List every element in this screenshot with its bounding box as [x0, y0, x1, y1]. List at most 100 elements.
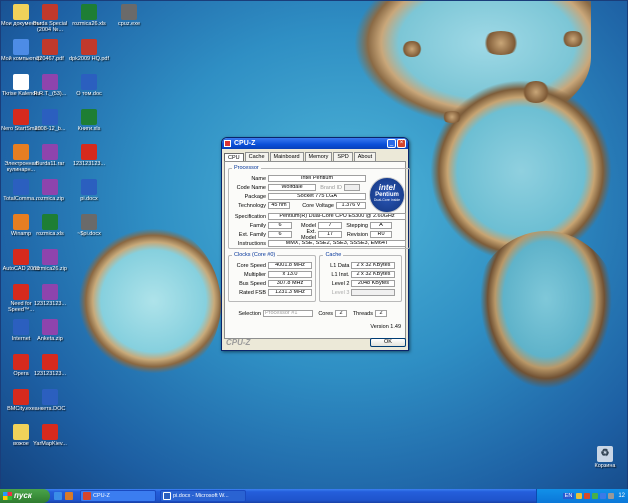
version-label: Version 1.49	[370, 324, 401, 330]
taskbar-item-word[interactable]: pi.docx - Microsoft W...	[160, 490, 246, 502]
bus-speed-label: Bus Speed	[239, 280, 266, 287]
ok-button[interactable]: OK	[370, 338, 406, 347]
desktop-icon-label: YarMapKiev...	[33, 441, 67, 447]
recycle-bin-icon: ♻	[597, 446, 613, 462]
desktop-icon-file-pi-docx[interactable]: ~$pi.docx	[66, 214, 112, 237]
anketa-doc-icon	[42, 389, 58, 405]
name-label: Name	[251, 175, 266, 182]
core-speed-label: Core Speed	[236, 262, 266, 269]
desktop-icon-label: Anketa.zip	[37, 336, 63, 342]
desktop-icon-anketa-doc[interactable]: анкета.DOC	[27, 389, 73, 412]
desktop-icon-label: cpuz.exe	[117, 21, 140, 27]
tab-memory[interactable]: Memory	[304, 152, 333, 161]
taskbar: пуск CPU-Z pi.docx - Microsoft W... EN 1…	[0, 489, 628, 503]
pi-docx-icon	[81, 179, 97, 195]
tray-icon[interactable]	[584, 493, 591, 499]
island-reef-bottom-right	[471, 231, 621, 401]
windows-flag-icon	[3, 492, 12, 500]
cores-label: Cores	[318, 310, 333, 317]
heart-reef	[71, 221, 221, 381]
system-tray: EN 12	[536, 489, 628, 503]
stepping-label: Stepping	[346, 222, 368, 229]
word-task-icon	[163, 492, 171, 500]
doc-o-tom-icon	[81, 74, 97, 90]
xls-knigi-icon	[81, 109, 97, 125]
cpuz-titlebar[interactable]: CPU-Z _ ×	[222, 138, 408, 149]
zip-123-icon	[81, 144, 97, 160]
quicklaunch-ie-icon[interactable]	[54, 492, 62, 500]
specification-value: Pentium(R) Dual-Core CPU E5300 @ 2.60GHz	[268, 213, 406, 220]
desktop-icon-doc-123[interactable]: 123123123...	[27, 354, 73, 377]
model-value: 7	[318, 222, 342, 229]
rozmice-xls-icon	[81, 4, 97, 20]
desktop-icon-rar-123[interactable]: 123123123...	[27, 284, 73, 307]
core-voltage-value: 1.376 V	[336, 202, 366, 209]
cpuz-window[interactable]: CPU-Z _ × CPU Cache Mainboard Memory SPD…	[221, 137, 410, 351]
desktop-icon-pdf-dpk2009[interactable]: dpk2009 HQ.pdf	[66, 39, 112, 62]
desktop-icon-xls-knigi[interactable]: Книги.xls	[66, 109, 112, 132]
desktop-icon-cpuz-exe[interactable]: cpuz.exe	[106, 4, 152, 27]
cpuz-brand: CPU-Z	[226, 338, 251, 347]
desktop-icon-zip-123[interactable]: 123123123...	[66, 144, 112, 167]
cpuz-exe-icon	[121, 4, 137, 20]
l1-inst-label: L1 Inst.	[331, 271, 350, 278]
volume-icon[interactable]	[608, 493, 615, 499]
desktop-icon-pi-docx[interactable]: pi.docx	[66, 179, 112, 202]
ext-model-label: Ext. Model	[301, 228, 316, 241]
pdf-320467-icon	[42, 39, 58, 55]
desktop-icon-rozmica26-zip[interactable]: rozmica26.zip	[27, 249, 73, 272]
recycle-bin-label: Корзина	[594, 463, 616, 469]
desktop-icon-yarmap[interactable]: YarMapKiev...	[27, 424, 73, 447]
tab-cache[interactable]: Cache	[244, 152, 269, 161]
desktop-icon-label: 123123123...	[33, 301, 67, 307]
doc-2008-icon	[42, 109, 58, 125]
start-button[interactable]: пуск	[0, 489, 50, 503]
tray-icon[interactable]	[576, 493, 583, 499]
technology-value: 45 nm	[268, 202, 290, 209]
rated-fsb-value: 1231.3 MHz	[268, 289, 312, 296]
multiplier-value: x 13.0	[268, 271, 312, 278]
rar-burda11-icon	[42, 144, 58, 160]
close-button[interactable]: ×	[397, 139, 406, 148]
bus-speed-value: 307.8 MHz	[268, 280, 312, 287]
rozmica-zip-icon	[42, 179, 58, 195]
islet	[521, 81, 551, 103]
level2-label: Level 2	[331, 280, 350, 287]
taskbar-item-label: pi.docx - Microsoft W...	[173, 493, 229, 499]
tab-mainboard[interactable]: Mainboard	[269, 152, 304, 161]
brand-id-value	[344, 184, 360, 191]
core-voltage-label: Core Voltage	[302, 202, 334, 209]
codename-label: Code Name	[236, 184, 266, 191]
clock[interactable]: 12	[618, 493, 625, 499]
intel-pentium-logo: intel Pentium Dual-Core Inside	[369, 177, 405, 213]
tray-icon[interactable]	[592, 493, 599, 499]
revision-label: Revision	[346, 231, 368, 238]
tab-spd[interactable]: SPD	[333, 152, 353, 161]
cpuz-app-icon	[224, 140, 231, 147]
selection-area: Selection Processor #1 Cores 2 Threads 2…	[229, 307, 401, 334]
logo-inside-text: Dual-Core Inside	[373, 198, 401, 202]
file-pi-docx-icon	[81, 214, 97, 230]
processor-select[interactable]: Processor #1	[263, 310, 313, 317]
desktop-icon-anketa-zip[interactable]: Anketa.zip	[27, 319, 73, 342]
desktop-icon-label: Книги.xls	[77, 126, 101, 132]
brand-id-label: Brand ID	[320, 184, 342, 191]
taskbar-item-cpuz[interactable]: CPU-Z	[80, 490, 156, 502]
anketa-zip-icon	[42, 319, 58, 335]
desktop-icon-doc-o-tom[interactable]: О том.doc	[66, 74, 112, 97]
taskbar-item-label: CPU-Z	[93, 493, 110, 499]
recycle-bin[interactable]: ♻ Корзина	[582, 446, 628, 469]
desktop-icon-label: анкета.DOC	[34, 406, 66, 412]
rozmica-xls2-icon	[42, 214, 58, 230]
l1-inst-value: 2 x 32 KBytes	[351, 271, 396, 278]
tray-icon[interactable]	[600, 493, 607, 499]
tab-about[interactable]: About	[353, 152, 377, 161]
l1-data-label: L1 Data	[330, 262, 350, 269]
technology-label: Technology	[238, 202, 266, 209]
language-indicator[interactable]: EN	[562, 493, 575, 499]
family-value: 6	[268, 222, 292, 229]
cpuz-footer: CPU-Z OK	[224, 337, 406, 348]
quicklaunch-app-icon[interactable]	[65, 492, 73, 500]
package-label: Package	[244, 193, 266, 200]
minimize-button[interactable]: _	[387, 139, 396, 148]
